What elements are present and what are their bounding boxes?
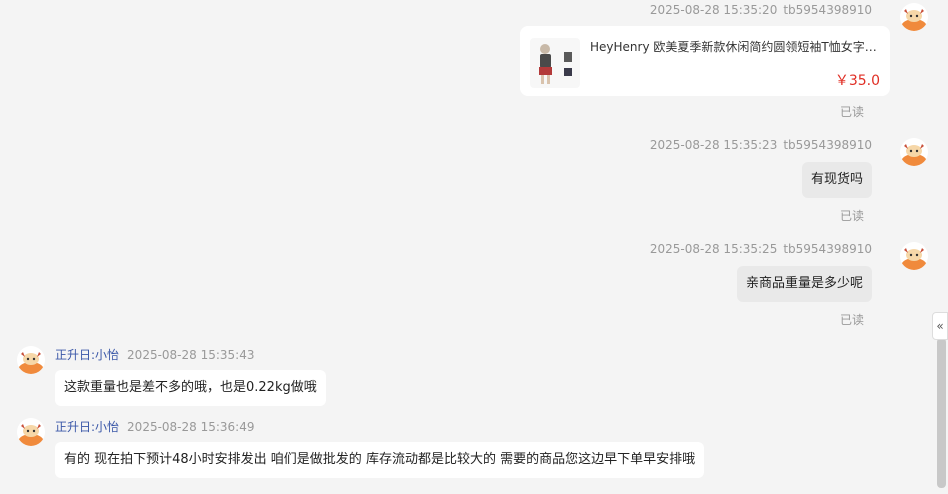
message-timestamp: 2025-08-28 15:35:23 (649, 138, 778, 152)
cartoon-avatar-icon (900, 242, 928, 270)
read-status: 已读 (839, 105, 864, 119)
user-avatar[interactable] (900, 3, 928, 31)
message-timestamp: 2025-08-28 15:36:49 (127, 420, 255, 434)
message-sender: tb5954398910 (783, 3, 872, 17)
user-avatar[interactable] (900, 138, 928, 166)
message-sender: tb5954398910 (783, 138, 872, 152)
read-status: 已读 (839, 209, 864, 223)
cartoon-avatar-icon (900, 3, 928, 31)
read-status: 已读 (839, 313, 864, 327)
message-meta: 2025-08-28 15:35:23 tb5954398910 (650, 138, 872, 152)
collapse-panel-button[interactable]: « (932, 312, 948, 340)
message-bubble: 有的 现在拍下预计48小时安排发出 咱们是做批发的 库存流动都是比较大的 需要的… (55, 442, 705, 478)
user-avatar[interactable] (900, 242, 928, 270)
cartoon-avatar-icon (900, 138, 928, 166)
agent-avatar[interactable] (17, 418, 45, 446)
message-bubble: 有现货吗 (801, 162, 872, 198)
agent-name: 正升日:小怡 (55, 348, 120, 362)
message-timestamp: 2025-08-28 15:35:20 (649, 3, 778, 17)
agent-name: 正升日:小怡 (55, 420, 120, 434)
scrollbar-thumb[interactable] (937, 338, 946, 488)
product-card[interactable]: HeyHenry 欧美夏季新款休闲简约圆领短袖T恤女字母... ￥35.0 (520, 26, 890, 96)
message-meta: 正升日:小怡 2025-08-28 15:36:49 (55, 418, 255, 435)
message-meta: 2025-08-28 15:35:25 tb5954398910 (650, 242, 872, 256)
cartoon-avatar-icon (17, 418, 45, 446)
cartoon-avatar-icon (17, 346, 45, 374)
message-timestamp: 2025-08-28 15:35:25 (649, 242, 778, 256)
product-price: ￥35.0 (834, 73, 880, 89)
message-bubble: 这款重量也是差不多的哦，也是0.22kg做哦 (55, 370, 326, 406)
message-sender: tb5954398910 (783, 242, 872, 256)
message-meta: 2025-08-28 15:35:20 tb5954398910 (650, 3, 872, 17)
message-meta: 正升日:小怡 2025-08-28 15:35:43 (55, 346, 255, 363)
product-title: HeyHenry 欧美夏季新款休闲简约圆领短袖T恤女字母... (590, 40, 880, 54)
product-image (530, 38, 580, 88)
chat-scrollbar[interactable] (936, 0, 948, 494)
agent-avatar[interactable] (17, 346, 45, 374)
chat-window: 2025-08-28 15:35:20 tb5954398910 HeyHenry… (0, 0, 930, 494)
double-chevron-left-icon: « (936, 319, 944, 333)
message-bubble: 亲商品重量是多少呢 (736, 266, 872, 302)
message-timestamp: 2025-08-28 15:35:43 (127, 348, 255, 362)
